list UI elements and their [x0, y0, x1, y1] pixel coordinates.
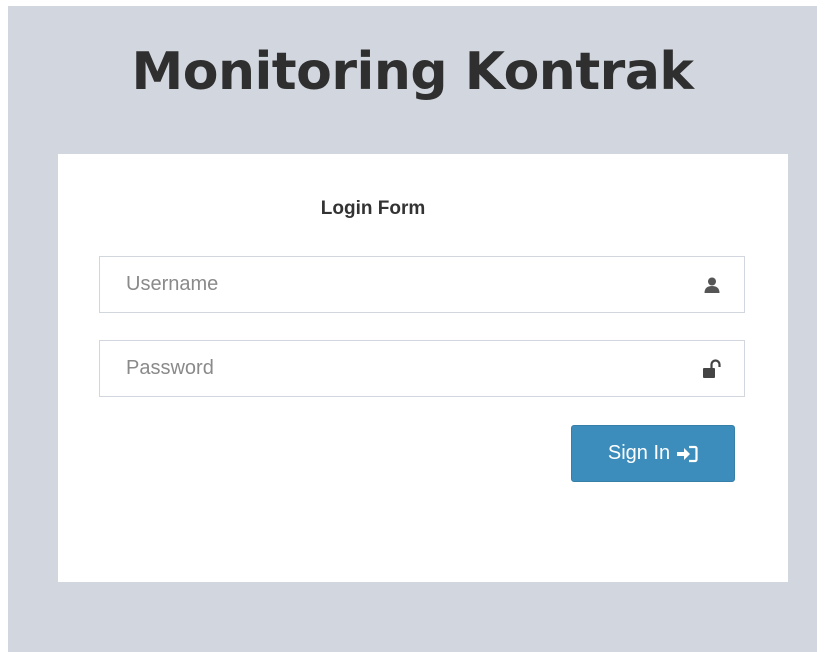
- sign-in-icon: [676, 444, 698, 464]
- password-field[interactable]: [99, 340, 745, 397]
- login-card: Login Form Sign In: [58, 154, 788, 582]
- unlock-icon: [702, 359, 722, 379]
- sign-in-label: Sign In: [607, 442, 671, 464]
- password-input[interactable]: [100, 341, 744, 396]
- username-field[interactable]: [99, 256, 745, 313]
- sign-in-button[interactable]: Sign In: [571, 425, 735, 482]
- app-title: Monitoring Kontrak: [131, 42, 694, 102]
- login-form-title: Login Form: [320, 198, 426, 219]
- username-input[interactable]: [100, 257, 744, 312]
- user-icon: [702, 275, 722, 295]
- login-page-background: Monitoring Kontrak Login Form Sign I: [8, 6, 817, 652]
